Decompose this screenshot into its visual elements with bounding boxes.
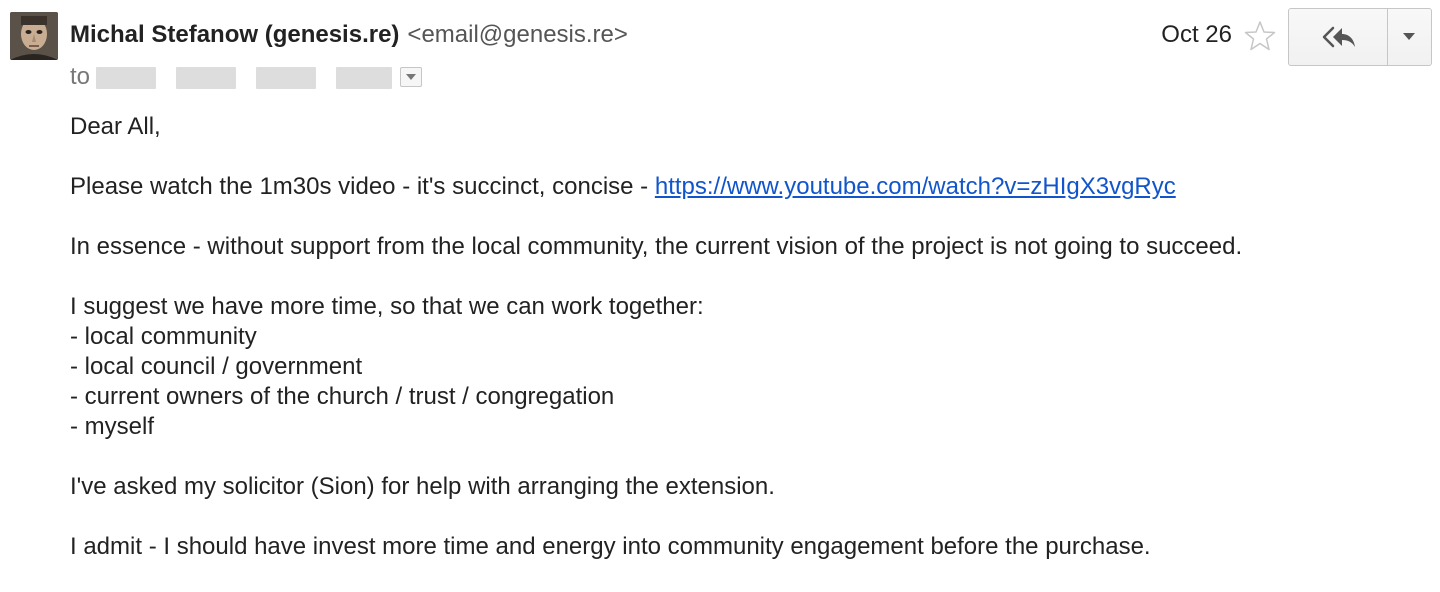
reply-all-button[interactable]: [1289, 9, 1387, 65]
message-date[interactable]: Oct 26: [1161, 20, 1232, 50]
star-button[interactable]: [1243, 19, 1277, 53]
paragraph-solicitor: I've asked my solicitor (Sion) for help …: [70, 473, 775, 500]
star-outline-icon: [1244, 21, 1276, 51]
suggestion-intro: I suggest we have more time, so that we …: [70, 293, 704, 320]
message-body: Dear All, Please watch the 1m30s video -…: [70, 112, 1410, 592]
paragraph-video-text: Please watch the 1m30s video - it's succ…: [70, 173, 655, 200]
sender-email: <email@genesis.re>: [407, 21, 628, 48]
list-item: - current owners of the church / trust /…: [70, 383, 615, 410]
reply-button-group: [1288, 8, 1432, 66]
redacted-recipients: [96, 64, 396, 90]
more-options-button[interactable]: [1388, 9, 1431, 65]
sender-line: Michal Stefanow (genesis.re) <email@genes…: [70, 20, 628, 50]
suggestion-block: I suggest we have more time, so that we …: [70, 292, 1410, 442]
redacted-block: [256, 67, 316, 89]
list-item: - local council / government: [70, 353, 363, 380]
chevron-down-icon: [1403, 33, 1415, 40]
chevron-down-icon: [406, 74, 416, 80]
redacted-block: [176, 67, 236, 89]
recipients-line: to: [70, 62, 422, 92]
list-item: - myself: [70, 413, 154, 440]
sender-name[interactable]: Michal Stefanow (genesis.re): [70, 21, 399, 48]
list-item: - local community: [70, 323, 257, 350]
paragraph-admit: I admit - I should have invest more time…: [70, 533, 1151, 560]
redacted-block: [336, 67, 392, 89]
to-label: to: [70, 63, 91, 90]
redacted-block: [96, 67, 156, 89]
reply-all-icon: [1322, 26, 1355, 48]
youtube-link[interactable]: https://www.youtube.com/watch?v=zHIgX3vg…: [655, 173, 1176, 200]
sender-avatar[interactable]: [10, 12, 58, 60]
person-photo-icon: [10, 12, 58, 60]
paragraph-video: Please watch the 1m30s video - it's succ…: [70, 172, 1410, 202]
show-details-button[interactable]: [400, 67, 422, 87]
greeting: Dear All,: [70, 113, 161, 140]
paragraph-essence: In essence - without support from the lo…: [70, 233, 1243, 260]
